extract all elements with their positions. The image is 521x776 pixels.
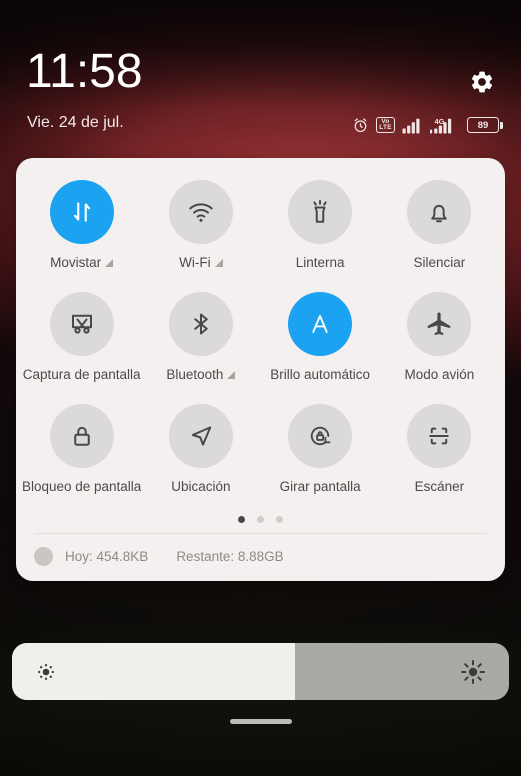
qs-tile-auto-brightness-label: Brillo automático xyxy=(270,367,370,382)
scanner-icon xyxy=(424,421,454,451)
qs-tile-location-circle xyxy=(168,404,233,468)
qs-tile-wifi-label: Wi-Fi xyxy=(179,255,223,270)
qs-tile-location[interactable]: Ubicación xyxy=(141,404,260,516)
qs-tile-screen-lock-circle xyxy=(49,404,114,468)
qs-tile-rotate-screen-label: Girar pantalla xyxy=(280,479,361,494)
brightness-low-icon xyxy=(34,660,58,684)
phone-screen: 11:58 Vie. 24 de jul. Vo LTE 4G 89 Movis… xyxy=(0,0,521,776)
brightness-high-icon xyxy=(459,658,487,686)
qs-tile-screen-lock[interactable]: Bloqueo de pantalla xyxy=(22,404,141,516)
qs-tile-scanner-circle xyxy=(407,404,472,468)
qs-label-text: Brillo automático xyxy=(270,367,371,382)
qs-tile-bluetooth[interactable]: Bluetooth xyxy=(141,292,260,404)
qs-tile-screenshot-circle xyxy=(49,292,114,356)
expand-triangle-icon[interactable] xyxy=(227,370,236,379)
alarm-icon xyxy=(352,117,369,134)
signal-sim2-icon: 4G xyxy=(430,117,460,134)
quick-settings-grid: Movistar Wi-Fi Linterna Silenciar Captur… xyxy=(16,158,505,516)
qs-tile-screen-lock-label: Bloqueo de pantalla xyxy=(23,479,141,494)
page-dot-2[interactable] xyxy=(257,516,264,523)
qs-label-text: Ubicación xyxy=(171,479,231,494)
qs-label-text: Escáner xyxy=(414,479,465,494)
qs-tile-auto-brightness-circle xyxy=(288,292,353,356)
qs-tile-flashlight-label: Linterna xyxy=(296,255,345,270)
qs-tile-flashlight-circle xyxy=(288,180,353,244)
qs-tile-auto-brightness[interactable]: Brillo automático xyxy=(261,292,380,404)
location-icon xyxy=(186,421,216,451)
qs-tile-wifi-circle xyxy=(168,180,233,244)
data-usage-indicator-icon xyxy=(34,547,53,566)
qs-label-text: Captura de pantalla xyxy=(22,367,141,382)
flashlight-icon xyxy=(305,197,335,227)
qs-label-text: Wi-Fi xyxy=(179,255,211,270)
home-indicator[interactable] xyxy=(229,719,292,724)
qs-label-text: Girar pantalla xyxy=(279,479,361,494)
qs-tile-bluetooth-circle xyxy=(168,292,233,356)
qs-label-text: Silenciar xyxy=(413,255,466,270)
screenshot-icon xyxy=(67,309,97,339)
gear-icon xyxy=(469,69,495,95)
qs-tile-wifi[interactable]: Wi-Fi xyxy=(141,180,260,292)
mobile-data-icon xyxy=(67,197,97,227)
page-indicator xyxy=(16,516,505,533)
lock-icon xyxy=(67,421,97,451)
qs-tile-rotate-screen-circle xyxy=(288,404,353,468)
qs-tile-screenshot-label: Captura de pantalla xyxy=(23,367,141,382)
qs-tile-airplane-mode-circle xyxy=(407,292,472,356)
signal-sim1-icon xyxy=(402,117,423,134)
airplane-icon xyxy=(424,309,454,339)
clock-date: Vie. 24 de jul. xyxy=(27,114,124,131)
clock-time: 11:58 xyxy=(26,45,143,98)
bluetooth-icon xyxy=(186,309,216,339)
auto-brightness-icon xyxy=(305,309,335,339)
qs-tile-flashlight[interactable]: Linterna xyxy=(261,180,380,292)
qs-tile-scanner[interactable]: Escáner xyxy=(380,404,499,516)
data-usage-today: Hoy: 454.8KB xyxy=(65,549,149,564)
expand-triangle-icon[interactable] xyxy=(105,258,114,267)
data-usage-row[interactable]: Hoy: 454.8KB Restante: 8.88GB xyxy=(16,534,505,581)
qs-tile-airplane-mode[interactable]: Modo avión xyxy=(380,292,499,404)
qs-tile-movistar-label: Movistar xyxy=(50,255,114,270)
qs-tile-silence-circle xyxy=(407,180,472,244)
bell-icon xyxy=(424,197,454,227)
svg-text:4G: 4G xyxy=(435,117,445,126)
qs-label-text: Modo avión xyxy=(404,367,475,382)
status-header: 11:58 Vie. 24 de jul. Vo LTE 4G 89 xyxy=(0,0,521,150)
volte-icon: Vo LTE xyxy=(376,117,395,133)
page-dot-1[interactable] xyxy=(238,516,245,523)
qs-tile-movistar[interactable]: Movistar xyxy=(22,180,141,292)
expand-triangle-icon[interactable] xyxy=(214,258,223,267)
page-dot-3[interactable] xyxy=(276,516,283,523)
battery-level-text: 89 xyxy=(477,119,489,131)
qs-tile-rotate-screen[interactable]: Girar pantalla xyxy=(261,404,380,516)
qs-tile-screenshot[interactable]: Captura de pantalla xyxy=(22,292,141,404)
qs-tile-movistar-circle xyxy=(49,180,114,244)
wifi-icon xyxy=(186,197,216,227)
qs-label-text: Movistar xyxy=(50,255,102,270)
qs-tile-silence-label: Silenciar xyxy=(413,255,465,270)
qs-label-text: Linterna xyxy=(295,255,345,270)
status-icon-tray: Vo LTE 4G 89 xyxy=(352,114,503,136)
qs-label-text: Bluetooth xyxy=(166,367,224,382)
settings-button[interactable] xyxy=(465,65,499,99)
volte-line2: LTE xyxy=(379,124,392,131)
qs-tile-silence[interactable]: Silenciar xyxy=(380,180,499,292)
brightness-slider[interactable] xyxy=(12,643,509,700)
data-usage-remaining: Restante: 8.88GB xyxy=(176,549,284,564)
quick-settings-panel: Movistar Wi-Fi Linterna Silenciar Captur… xyxy=(16,158,505,581)
qs-label-text: Bloqueo de pantalla xyxy=(22,479,141,494)
qs-tile-location-label: Ubicación xyxy=(171,479,230,494)
qs-tile-scanner-label: Escáner xyxy=(415,479,465,494)
qs-tile-bluetooth-label: Bluetooth xyxy=(166,367,236,382)
battery-icon: 89 xyxy=(467,117,503,133)
qs-tile-airplane-mode-label: Modo avión xyxy=(404,367,474,382)
rotate-lock-icon xyxy=(305,421,335,451)
